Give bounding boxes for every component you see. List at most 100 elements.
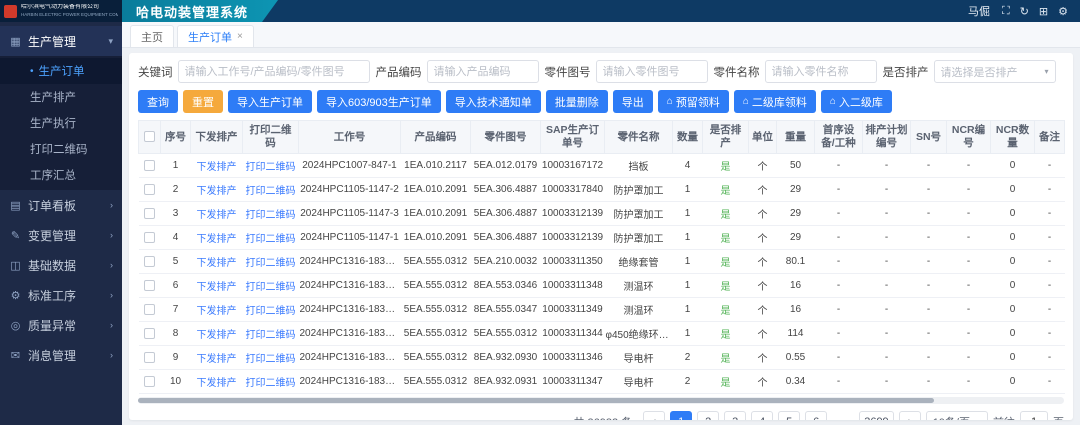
- send-schedule-link[interactable]: 下发排产: [197, 258, 237, 269]
- cell-qty: 1: [673, 274, 703, 298]
- l2-warehouse-picking-button[interactable]: ⌂二级库领料: [734, 90, 816, 113]
- send-schedule-link[interactable]: 下发排产: [197, 330, 237, 341]
- page-button-4[interactable]: 4: [751, 411, 773, 420]
- sidebar-subitem-production-execution[interactable]: 生产执行: [0, 110, 122, 136]
- home-icon: ⌂: [830, 96, 836, 107]
- send-schedule-link[interactable]: 下发排产: [197, 210, 237, 221]
- send-schedule-link[interactable]: 下发排产: [197, 354, 237, 365]
- fullscreen-icon[interactable]: ⛶: [1002, 5, 1010, 18]
- sidebar-item-order-board[interactable]: ▤订单看板›: [0, 190, 122, 220]
- filter-input-part-name[interactable]: [765, 60, 877, 83]
- row-checkbox[interactable]: [144, 184, 155, 195]
- horizontal-scrollbar-thumb[interactable]: [138, 398, 934, 403]
- filter-label: 是否排产: [883, 64, 929, 80]
- row-checkbox[interactable]: [144, 328, 155, 339]
- query-button[interactable]: 查询: [138, 90, 178, 113]
- button-label: 导出: [622, 94, 644, 110]
- col-header: SAP生产订单号: [541, 121, 605, 154]
- sidebar-subitem-process-summary[interactable]: 工序汇总: [0, 162, 122, 188]
- goto-page-input[interactable]: [1020, 411, 1048, 420]
- page-button-3[interactable]: 3: [724, 411, 746, 420]
- page-button-6[interactable]: 6: [805, 411, 827, 420]
- export-button[interactable]: 导出: [613, 90, 653, 113]
- cell-first-device: -: [815, 370, 863, 394]
- print-qrcode-link[interactable]: 打印二维码: [246, 234, 296, 245]
- next-page-button[interactable]: ›: [899, 411, 921, 420]
- print-qrcode-link[interactable]: 打印二维码: [246, 378, 296, 389]
- print-qrcode-link[interactable]: 打印二维码: [246, 306, 296, 317]
- import-tech-notice-button[interactable]: 导入技术通知单: [446, 90, 541, 113]
- batch-delete-button[interactable]: 批量删除: [546, 90, 608, 113]
- sidebar-subitem-production-order[interactable]: •生产订单: [0, 58, 122, 84]
- sidebar-item-change-management[interactable]: ✎变更管理›: [0, 220, 122, 250]
- filter-select-scheduled[interactable]: 请选择是否排产▾: [934, 60, 1056, 83]
- cell-scheduled: 是: [703, 322, 749, 346]
- prev-page-button[interactable]: ‹: [643, 411, 665, 420]
- row-checkbox[interactable]: [144, 376, 155, 387]
- import-603-903-order-button[interactable]: 导入603/903生产订单: [317, 90, 441, 113]
- sidebar-item-quality-exception[interactable]: ◎质量异常›: [0, 310, 122, 340]
- user-name[interactable]: 马倔: [968, 3, 990, 19]
- cell-plan-no: -: [863, 346, 911, 370]
- apps-grid-icon[interactable]: ⊞: [1039, 5, 1048, 18]
- into-l2-warehouse-button[interactable]: ⌂入二级库: [821, 90, 892, 113]
- page-size-select[interactable]: 10条/页▾: [926, 411, 988, 420]
- filter-input-part-no[interactable]: [596, 60, 708, 83]
- tab-production-order[interactable]: 生产订单×: [177, 25, 254, 47]
- print-qrcode-link[interactable]: 打印二维码: [246, 162, 296, 173]
- sidebar-item-base-data[interactable]: ◫基础数据›: [0, 250, 122, 280]
- cell-weight: 16: [777, 274, 815, 298]
- cell-note: -: [1035, 298, 1065, 322]
- page-button-ellipsis[interactable]: ···: [832, 411, 854, 420]
- send-schedule-link[interactable]: 下发排产: [197, 186, 237, 197]
- cell-plan-no: -: [863, 178, 911, 202]
- row-checkbox[interactable]: [144, 256, 155, 267]
- horizontal-scrollbar[interactable]: [138, 397, 1064, 404]
- page-button-3699[interactable]: 3699: [859, 411, 893, 420]
- row-checkbox[interactable]: [144, 352, 155, 363]
- close-icon[interactable]: ×: [237, 31, 243, 42]
- row-checkbox[interactable]: [144, 232, 155, 243]
- print-qrcode-link[interactable]: 打印二维码: [246, 186, 296, 197]
- send-schedule-link[interactable]: 下发排产: [197, 306, 237, 317]
- filter-input-keyword[interactable]: [178, 60, 370, 83]
- app-title: 哈电动装管理系统: [122, 0, 278, 22]
- row-checkbox[interactable]: [144, 160, 155, 171]
- sidebar-item-message-management[interactable]: ✉消息管理›: [0, 340, 122, 370]
- row-checkbox[interactable]: [144, 280, 155, 291]
- print-qrcode-link[interactable]: 打印二维码: [246, 354, 296, 365]
- sidebar-item-standard-process[interactable]: ⚙标准工序›: [0, 280, 122, 310]
- reserve-picking-button[interactable]: ⌂预留领料: [658, 90, 729, 113]
- print-qrcode-link[interactable]: 打印二维码: [246, 258, 296, 269]
- page-button-2[interactable]: 2: [697, 411, 719, 420]
- import-production-order-button[interactable]: 导入生产订单: [228, 90, 312, 113]
- send-schedule-link[interactable]: 下发排产: [197, 162, 237, 173]
- print-qrcode-link[interactable]: 打印二维码: [246, 210, 296, 221]
- select-all-checkbox[interactable]: [144, 131, 155, 142]
- send-schedule-link[interactable]: 下发排产: [197, 378, 237, 389]
- print-qrcode-link[interactable]: 打印二维码: [246, 330, 296, 341]
- cell-note: -: [1035, 154, 1065, 178]
- sidebar-item-production-management[interactable]: ▦生产管理▾: [0, 26, 122, 56]
- refresh-icon[interactable]: ↻: [1020, 5, 1029, 18]
- print-qrcode-link[interactable]: 打印二维码: [246, 282, 296, 293]
- reset-button[interactable]: 重置: [183, 90, 223, 113]
- sidebar-subitem-print-qrcode[interactable]: 打印二维码: [0, 136, 122, 162]
- cell-first-device: -: [815, 322, 863, 346]
- filter-input-product-code[interactable]: [427, 60, 539, 83]
- tab-home[interactable]: 主页: [130, 25, 174, 47]
- send-schedule-link[interactable]: 下发排产: [197, 282, 237, 293]
- chevron-right-icon: ›: [110, 350, 113, 360]
- row-checkbox[interactable]: [144, 208, 155, 219]
- col-header: 备注: [1035, 121, 1065, 154]
- filter-part-name: 零件名称: [714, 60, 877, 83]
- page-button-5[interactable]: 5: [778, 411, 800, 420]
- sidebar-subitem-production-scheduling[interactable]: 生产排产: [0, 84, 122, 110]
- row-select-cell: [139, 370, 161, 394]
- cell-unit: 个: [749, 370, 777, 394]
- settings-gear-icon[interactable]: ⚙: [1058, 5, 1068, 18]
- page-button-1[interactable]: 1: [670, 411, 692, 420]
- row-checkbox[interactable]: [144, 304, 155, 315]
- send-schedule-link[interactable]: 下发排产: [197, 234, 237, 245]
- home-icon: ⌂: [667, 96, 673, 107]
